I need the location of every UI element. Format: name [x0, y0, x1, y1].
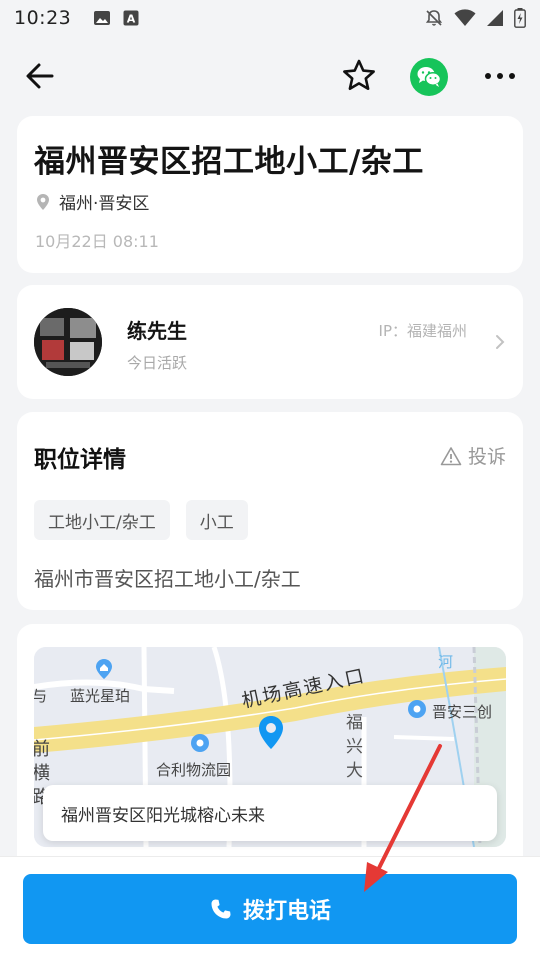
poster-activity-status: 今日活跃 — [127, 354, 188, 372]
map-label-left-1: 前 — [34, 739, 50, 760]
job-description: 福州市晋安区招工地小工/杂工 — [34, 567, 301, 591]
mute-icon — [424, 8, 444, 28]
signal-icon — [486, 9, 504, 27]
school-poi-icon — [96, 659, 112, 679]
wechat-share-button[interactable] — [410, 58, 448, 96]
font-a-icon: A — [123, 10, 139, 26]
poster-card[interactable]: 练先生 今日活跃 IP：福建福州 — [17, 285, 523, 399]
map-label-jinan: 晋安三创 — [432, 703, 493, 721]
wifi-icon — [454, 9, 476, 27]
wechat-icon — [417, 67, 442, 87]
more-dots-icon — [485, 73, 515, 79]
status-time: 10:23 — [14, 7, 72, 29]
poi-pin-icon — [191, 734, 209, 752]
map-card: 蓝光星珀 机场高速入口 晋安三创 合利物流园 福兴大 河 与 前 横 路 福州晋… — [17, 624, 523, 874]
poster-name: 练先生 — [127, 319, 187, 343]
job-detail-card: 职位详情 投诉 工地小工/杂工 小工 福州市晋安区招工地小工/杂工 — [17, 412, 523, 610]
location-pin-icon — [35, 193, 51, 211]
map-label-left-2: 横 — [34, 763, 50, 784]
top-navigation-bar — [0, 48, 540, 104]
job-location-row: 福州·晋安区 — [35, 189, 149, 214]
location-marker-icon — [259, 716, 283, 749]
map-label-heli: 合利物流园 — [156, 761, 232, 779]
report-button[interactable]: 投诉 — [440, 442, 506, 469]
job-posted-time: 10月22日 08:11 — [35, 232, 159, 251]
battery-icon — [514, 8, 526, 28]
map-label-left-top: 与 — [34, 687, 48, 705]
job-location: 福州·晋安区 — [59, 194, 150, 214]
detail-heading: 职位详情 — [34, 447, 126, 473]
bottom-action-bar: 拨打电话 — [0, 856, 540, 960]
arrow-left-icon — [26, 63, 54, 89]
status-bar: 10:23 A — [0, 0, 540, 36]
poster-ip-location: IP：福建福州 — [378, 322, 467, 340]
call-button-label: 拨打电话 — [242, 899, 331, 924]
job-title-card: 福州晋安区招工地小工/杂工 福州·晋安区 10月22日 08:11 — [17, 116, 523, 273]
warning-icon — [440, 446, 462, 465]
report-label: 投诉 — [467, 446, 506, 468]
favorite-button[interactable] — [340, 57, 378, 95]
poi-pin-icon — [408, 700, 426, 718]
svg-text:A: A — [127, 13, 136, 26]
call-button[interactable]: 拨打电话 — [23, 874, 517, 944]
job-tag: 小工 — [185, 500, 248, 540]
star-outline-icon — [343, 59, 375, 90]
job-tag: 工地小工/杂工 — [34, 500, 170, 540]
chevron-right-icon — [491, 333, 509, 351]
phone-icon — [211, 899, 231, 919]
job-tags: 工地小工/杂工 小工 — [34, 500, 248, 540]
job-title: 福州晋安区招工地小工/杂工 — [34, 144, 424, 180]
map-label-river: 河 — [438, 653, 454, 671]
back-button[interactable] — [22, 58, 58, 94]
map-label-fuxing: 福兴大 — [346, 713, 363, 781]
avatar — [34, 308, 102, 376]
map-label-blue-star: 蓝光星珀 — [70, 687, 131, 705]
map-address: 福州晋安区阳光城榕心未来 — [43, 785, 497, 841]
more-options-button[interactable] — [482, 60, 518, 92]
image-icon — [93, 10, 111, 26]
